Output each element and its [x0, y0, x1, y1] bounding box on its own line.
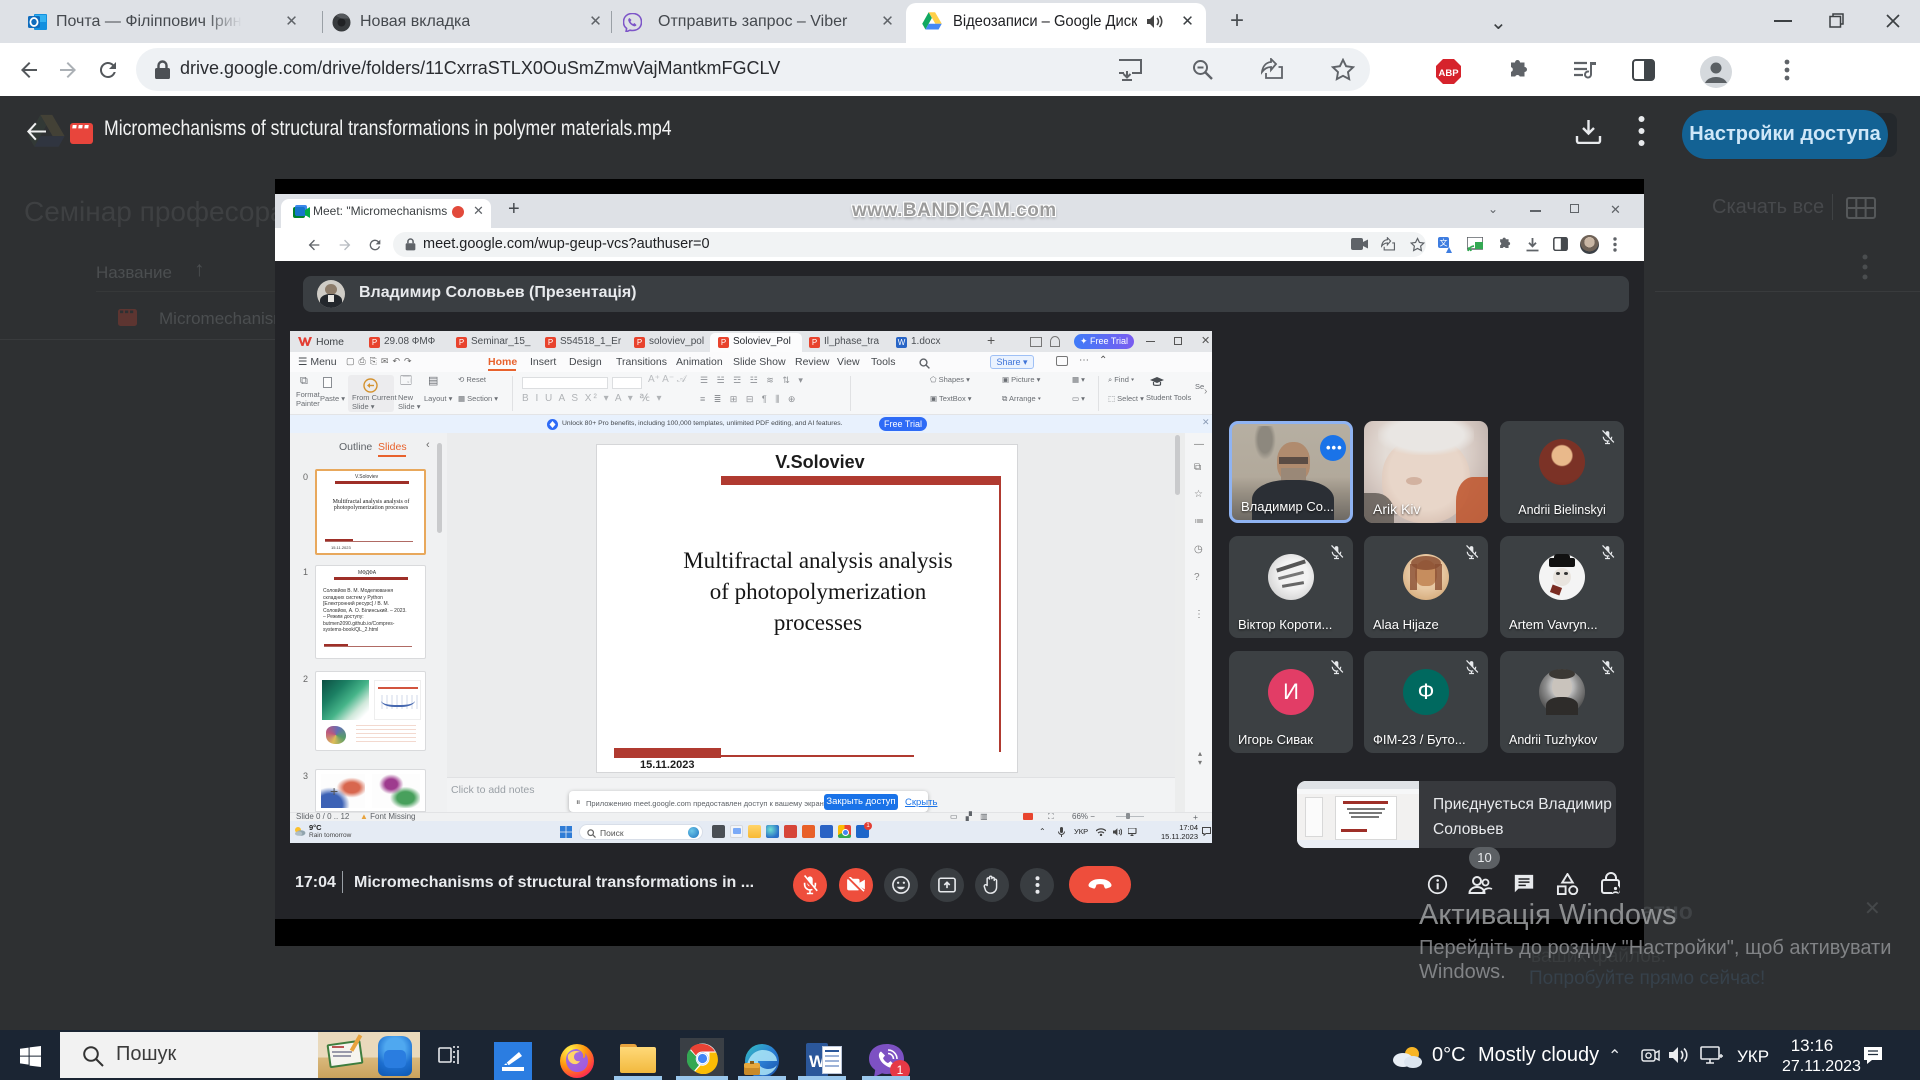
- svg-text:文: 文: [1440, 238, 1448, 248]
- svg-text:ABP: ABP: [1438, 68, 1459, 79]
